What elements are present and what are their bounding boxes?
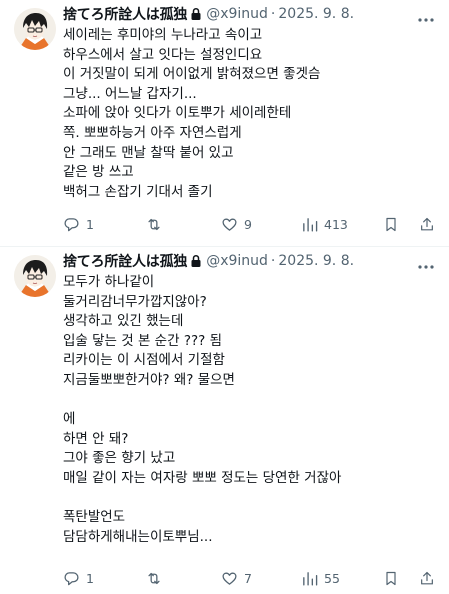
tweet-line: 같은 방 쓰고 [63, 164, 134, 181]
heart-icon [222, 572, 237, 585]
author-name[interactable]: 捨てろ所詮人は孤独 [63, 251, 187, 271]
tweet-line: 세이레는 후미야의 누나라고 속이고 [63, 27, 263, 43]
share-icon [421, 217, 433, 230]
reply-button[interactable]: 1 [63, 214, 94, 234]
views-count: 413 [324, 216, 348, 232]
tweet-date[interactable]: 2025. 9. 8. [278, 6, 354, 22]
share-icon [421, 571, 433, 584]
tweet-text: 모두가 하나같이 둘거리감너무가깝지않아? 생각하고 있긴 했는데 입술 닿는 … [63, 273, 435, 547]
tweet-actions: 1 7 55 [63, 568, 443, 588]
views-button[interactable]: 413 [301, 214, 348, 234]
like-button[interactable]: 9 [221, 214, 252, 234]
tweet-line: 쪽. 뽀뽀하능거 아주 자연스럽게 [63, 124, 242, 141]
tweet-line: 담담하게해내는이토뿌님... [63, 528, 213, 545]
bookmark-icon [386, 217, 396, 231]
bookmark-button[interactable] [383, 214, 399, 234]
separator-dot: · [270, 6, 276, 22]
bookmark-button[interactable] [383, 568, 399, 588]
bookmark-icon [386, 571, 396, 585]
author-handle[interactable]: @x9inud [206, 253, 268, 269]
retweet-button[interactable] [145, 214, 169, 234]
more-icon[interactable] [417, 255, 435, 269]
tweet-line: 폭탄발언도 [63, 509, 126, 526]
views-button[interactable]: 55 [301, 568, 340, 588]
separator-dot: · [270, 253, 276, 269]
retweet-icon [148, 218, 160, 230]
lock-icon [190, 254, 202, 268]
share-button[interactable] [419, 568, 435, 588]
tweet-line [63, 489, 435, 509]
tweet-line: 소파에 앉아 잇다가 이토뿌가 세이레한테 [63, 105, 292, 122]
like-count: 9 [244, 216, 252, 232]
tweet-date[interactable]: 2025. 9. 8. [278, 253, 354, 269]
reply-button[interactable]: 1 [63, 568, 94, 588]
tweet-line: 매일 같이 자는 여자랑 뽀뽀 정도는 당연한 거잖아 [63, 469, 342, 486]
tweet-line: 그냥... 어느날 갑자기... [63, 85, 197, 102]
avatar[interactable] [14, 8, 56, 50]
views-icon [303, 571, 318, 586]
reply-count: 1 [86, 570, 94, 586]
reply-count: 1 [86, 216, 94, 232]
views-count: 55 [324, 570, 340, 586]
tweet-line: 에 [63, 411, 76, 428]
tweet-line: 그야 좋은 향기 났고 [63, 450, 176, 467]
like-button[interactable]: 7 [221, 568, 252, 588]
reply-icon [64, 571, 79, 585]
tweet-line: 하우스에서 살고 잇다는 설정인디요 [63, 46, 263, 63]
heart-icon [222, 218, 237, 231]
tweet-line: 둘거리감너무가깝지않아? [63, 293, 207, 310]
tweet-line [63, 391, 435, 411]
tweet-header: 捨てろ所詮人は孤独 @x9inud · 2025. 9. 8. [63, 251, 354, 271]
more-icon[interactable] [417, 8, 435, 22]
author-handle[interactable]: @x9inud [206, 6, 268, 22]
tweet-actions: 1 9 413 [63, 214, 443, 234]
retweet-button[interactable] [145, 568, 169, 588]
tweet-line: 이 거짓말이 되게 어이없게 밝혀졌으면 좋겟슴 [63, 66, 321, 83]
like-count: 7 [244, 570, 252, 586]
tweet-line: 하면 안 돼? [63, 430, 129, 447]
tweet-header: 捨てろ所詮人は孤独 @x9inud · 2025. 9. 8. [63, 4, 354, 24]
reply-icon [64, 217, 79, 231]
views-icon [303, 217, 318, 232]
retweet-icon [148, 572, 160, 584]
tweet-line: 리카이는 이 시점에서 기절함 [63, 352, 225, 369]
tweet-line: 지금둘뽀뽀한거야? 왜? 물으면 [63, 371, 235, 388]
tweet[interactable]: 捨てろ所詮人は孤独 @x9inud · 2025. 9. 8. 모두가 하나같이… [0, 247, 449, 594]
tweet-line: 안 그래도 맨날 찰딱 붙어 있고 [63, 144, 234, 161]
tweet-line: 모두가 하나같이 [63, 274, 155, 290]
tweet-line: 입술 닿는 것 본 순간 ??? 됨 [63, 332, 223, 349]
lock-icon [190, 7, 202, 21]
tweet[interactable]: 捨てろ所詮人は孤独 @x9inud · 2025. 9. 8. 세이레는 후미야… [0, 0, 449, 246]
avatar[interactable] [14, 255, 56, 297]
tweet-line: 백허그 손잡기 기대서 졸기 [63, 183, 213, 200]
share-button[interactable] [419, 214, 435, 234]
tweet-text: 세이레는 후미야의 누나라고 속이고 하우스에서 살고 잇다는 설정인디요 이 … [63, 26, 435, 202]
tweet-line: 생각하고 있긴 했는데 [63, 313, 184, 330]
author-name[interactable]: 捨てろ所詮人は孤独 [63, 4, 187, 24]
